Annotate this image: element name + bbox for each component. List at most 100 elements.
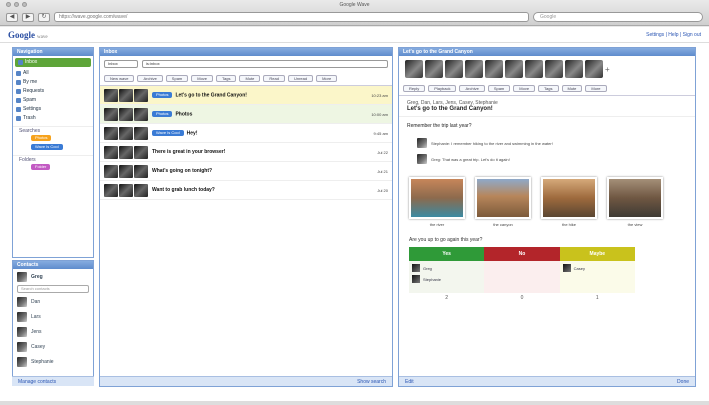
photo-image[interactable] — [475, 177, 531, 219]
nav-item-by-me[interactable]: By me — [13, 78, 93, 87]
zoom-dot[interactable] — [22, 2, 27, 7]
photo-caption: the river — [429, 222, 445, 227]
toolbar-button-mute[interactable]: Mute — [239, 75, 261, 82]
message-subject: There is great in your browser! — [152, 149, 226, 155]
contact-item[interactable]: Casey — [13, 339, 93, 354]
vote-button-maybe[interactable]: Maybe — [559, 247, 635, 261]
search-tag: Photos — [31, 135, 52, 141]
contact-item[interactable]: Stephanie — [13, 354, 93, 369]
avatar[interactable] — [525, 60, 543, 78]
edit-button[interactable]: Edit — [405, 379, 414, 385]
add-participant-icon[interactable]: + — [605, 65, 613, 74]
vote-button-yes[interactable]: Yes — [409, 247, 485, 261]
message-date: 9:45 am — [373, 130, 388, 136]
manage-contacts-link[interactable]: Manage contacts — [18, 379, 56, 385]
minimize-dot[interactable] — [14, 2, 19, 7]
avatar[interactable] — [445, 60, 463, 78]
contact-item[interactable]: Lars — [13, 309, 93, 324]
nav-item-all[interactable]: All — [13, 69, 93, 78]
reply-blip[interactable]: Greg: That was a great trip. Let's do it… — [399, 151, 695, 167]
toolbar-button-more[interactable]: More — [585, 85, 607, 92]
toolbar-button-reply[interactable]: Reply — [403, 85, 426, 92]
participant-thumbnails — [104, 183, 148, 197]
toolbar-button-new-wave[interactable]: New wave — [104, 75, 135, 82]
reload-icon[interactable]: ↻ — [38, 12, 50, 22]
reply-blip[interactable]: Stephanie: I remember hiking to the rive… — [399, 135, 695, 151]
toolbar-button-spam[interactable]: Spam — [487, 85, 511, 92]
inbox-header: Inbox — [100, 48, 392, 56]
avatar — [17, 271, 27, 282]
avatar — [412, 264, 420, 272]
vote-button-no[interactable]: No — [484, 247, 560, 261]
nav-item-label: All — [23, 70, 29, 76]
toolbar-button-archive[interactable]: Archive — [459, 85, 485, 92]
avatar — [412, 275, 420, 283]
photo-item[interactable]: the hike — [541, 177, 597, 227]
photo-image[interactable] — [541, 177, 597, 219]
nav-item-trash[interactable]: Trash — [13, 114, 93, 123]
close-dot[interactable] — [6, 2, 11, 7]
avatar — [104, 145, 118, 159]
participant-thumbnails — [104, 145, 148, 159]
search-tag: Wave Is Cool — [31, 144, 63, 150]
inbox-filter-select[interactable]: Inbox — [104, 60, 138, 68]
folder-tag: Folder — [31, 164, 51, 170]
browser-search-input[interactable]: Google — [533, 12, 703, 22]
current-user[interactable]: Greg — [13, 269, 93, 284]
saved-search[interactable]: Photos — [13, 134, 93, 143]
show-search-link[interactable]: Show search — [357, 377, 386, 386]
nav-item-settings[interactable]: Settings — [13, 105, 93, 114]
toolbar-button-archive[interactable]: Archive — [137, 75, 163, 82]
avatar[interactable] — [565, 60, 583, 78]
window-controls[interactable] — [6, 2, 27, 7]
photo-image[interactable] — [607, 177, 663, 219]
contact-item[interactable]: Jens — [13, 324, 93, 339]
avatar[interactable] — [545, 60, 563, 78]
avatar[interactable] — [485, 60, 503, 78]
inbox-search-input[interactable]: is:inbox — [142, 60, 388, 68]
toolbar-button-tags[interactable]: Tags — [216, 75, 237, 82]
toolbar-button-playback[interactable]: Playback — [428, 85, 457, 92]
avatar[interactable] — [465, 60, 483, 78]
signout-link[interactable]: Sign out — [683, 32, 701, 38]
photo-image[interactable] — [409, 177, 465, 219]
avatar[interactable] — [505, 60, 523, 78]
done-button[interactable]: Done — [677, 377, 689, 386]
message-row[interactable]: Wave Is Cool Hey! 9:45 am — [100, 124, 392, 143]
photo-item[interactable]: the view — [607, 177, 663, 227]
back-button[interactable]: ◀ — [6, 12, 18, 22]
toolbar-button-more[interactable]: More — [316, 75, 338, 82]
vote-column-no: No 0 — [484, 247, 560, 303]
folder-icon — [16, 116, 21, 121]
help-link[interactable]: Help — [668, 32, 678, 38]
folder-item[interactable]: Folder — [13, 163, 93, 172]
contact-item[interactable]: Dan — [13, 294, 93, 309]
toolbar-button-tags[interactable]: Tags — [538, 85, 559, 92]
message-row[interactable]: Photos Let's go to the Grand Canyon! 10:23… — [100, 86, 392, 105]
address-bar[interactable]: https://wave.google.com/wave/ — [54, 12, 529, 22]
nav-item-requests[interactable]: Requests — [13, 87, 93, 96]
nav-item-inbox[interactable]: Inbox — [15, 58, 91, 67]
avatar — [119, 126, 133, 140]
message-row[interactable]: What's going on tonight? Jul 21 — [100, 162, 392, 181]
toolbar-button-move[interactable]: Move — [513, 85, 536, 92]
message-row[interactable]: Photos Photos 10:00 am — [100, 105, 392, 124]
searches-header: Searches — [13, 126, 93, 134]
avatar[interactable] — [425, 60, 443, 78]
toolbar-button-move[interactable]: Move — [191, 75, 214, 82]
avatar[interactable] — [585, 60, 603, 78]
nav-item-spam[interactable]: Spam — [13, 96, 93, 105]
forward-button[interactable]: ▶ — [22, 12, 34, 22]
toolbar-button-mute[interactable]: Mute — [561, 85, 583, 92]
avatar[interactable] — [405, 60, 423, 78]
toolbar-button-spam[interactable]: Spam — [165, 75, 189, 82]
photo-item[interactable]: the canyon — [475, 177, 531, 227]
settings-link[interactable]: Settings — [646, 32, 664, 38]
photo-item[interactable]: the river — [409, 177, 465, 227]
saved-search[interactable]: Wave Is Cool — [13, 143, 93, 152]
message-row[interactable]: There is great in your browser! Jul 22 — [100, 143, 392, 162]
toolbar-button-read[interactable]: Read — [263, 75, 285, 82]
contact-search-input[interactable]: Search contacts — [17, 285, 89, 293]
toolbar-button-unread[interactable]: Unread — [287, 75, 314, 82]
message-row[interactable]: Want to grab lunch today? Jul 20 — [100, 181, 392, 200]
